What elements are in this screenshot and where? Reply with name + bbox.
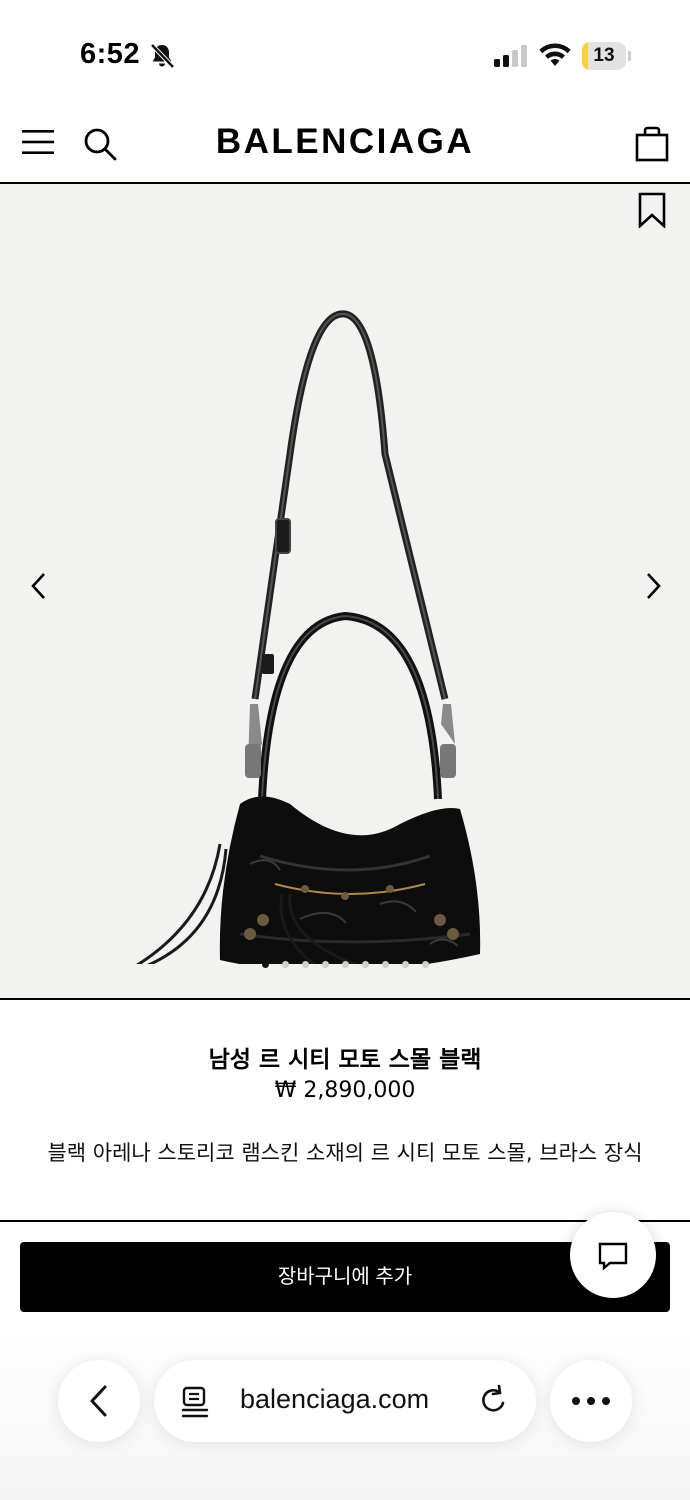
- shopping-bag-icon[interactable]: [634, 124, 670, 162]
- carousel-indicator: [0, 954, 690, 968]
- chevron-left-icon[interactable]: [24, 568, 54, 604]
- bell-slash-icon: [150, 43, 175, 69]
- carousel-dot[interactable]: [421, 961, 429, 968]
- brand-logo[interactable]: BALENCIAGA: [0, 122, 690, 162]
- carousel-dot[interactable]: [341, 961, 349, 968]
- reader-mode-icon[interactable]: [180, 1386, 210, 1418]
- carousel-dot[interactable]: [261, 961, 269, 968]
- site-header: BALENCIAGA: [0, 100, 690, 184]
- divider: [0, 998, 690, 1000]
- chat-bubble-icon: [598, 1242, 628, 1271]
- product-price: ₩ 2,890,000: [274, 1078, 416, 1103]
- browser-toolbar: balenciaga.com: [0, 1330, 690, 1500]
- carousel-dot[interactable]: [401, 961, 409, 968]
- bookmark-icon[interactable]: [636, 192, 668, 228]
- more-icon: [572, 1397, 610, 1405]
- product-gallery[interactable]: [0, 184, 690, 998]
- carousel-dot[interactable]: [321, 961, 329, 968]
- browser-back-button[interactable]: [58, 1360, 140, 1442]
- product-name: 남성 르 시티 모토 스몰 블랙: [208, 1047, 482, 1073]
- status-time: 6:52: [80, 38, 141, 70]
- carousel-dot[interactable]: [281, 961, 289, 968]
- reload-icon[interactable]: [478, 1384, 510, 1418]
- status-bar: 6:52 13: [0, 0, 690, 100]
- carousel-dot[interactable]: [381, 961, 389, 968]
- chat-button[interactable]: [570, 1212, 656, 1298]
- product-image: [136, 310, 481, 964]
- wifi-icon: [539, 43, 571, 66]
- battery-level: 13: [593, 45, 615, 66]
- cellular-signal-icon: [494, 45, 527, 67]
- carousel-dot[interactable]: [361, 961, 369, 968]
- battery-icon: 13: [582, 42, 631, 70]
- product-description: 블랙 아레나 스토리코 램스킨 소재의 르 시티 모토 스몰, 브라스 장식: [47, 1141, 643, 1165]
- chevron-right-icon[interactable]: [638, 568, 668, 604]
- chevron-left-icon: [90, 1385, 107, 1417]
- url-text[interactable]: balenciaga.com: [240, 1384, 429, 1415]
- carousel-dot[interactable]: [301, 961, 309, 968]
- address-bar[interactable]: balenciaga.com: [154, 1360, 536, 1442]
- more-options-button[interactable]: [550, 1360, 632, 1442]
